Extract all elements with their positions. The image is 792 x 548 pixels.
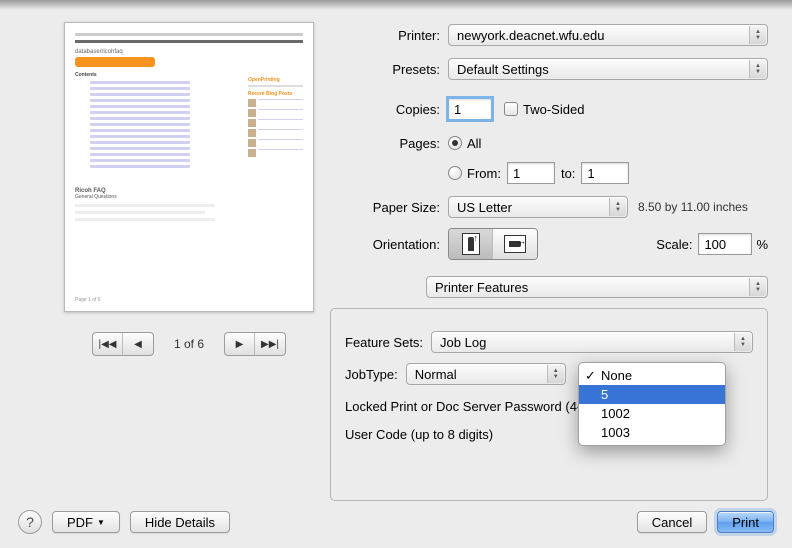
presets-label: Presets: — [350, 62, 448, 77]
user-code-dropdown[interactable]: None 5 1002 1003 — [578, 362, 726, 446]
hide-details-button[interactable]: Hide Details — [130, 511, 230, 533]
pdf-menu-button[interactable]: PDF▼ — [52, 511, 120, 533]
orientation-label: Orientation: — [350, 237, 448, 252]
printer-select[interactable]: newyork.deacnet.wfu.edu ▲▼ — [448, 24, 768, 46]
orientation-portrait-button[interactable]: ↑ — [449, 229, 493, 259]
pages-range-radio[interactable] — [448, 166, 462, 180]
feature-sets-label: Feature Sets: — [345, 335, 423, 350]
job-type-select[interactable]: Normal ▲▼ — [406, 363, 566, 385]
pages-all-label: All — [467, 136, 481, 151]
cancel-button[interactable]: Cancel — [637, 511, 707, 533]
pages-from-label: From: — [467, 166, 501, 181]
pager-next-last[interactable]: ▶ ▶▶| — [224, 332, 286, 356]
paper-size-select[interactable]: US Letter ▲▼ — [448, 196, 628, 218]
copies-label: Copies: — [350, 102, 448, 117]
select-arrows-icon: ▲▼ — [749, 60, 766, 78]
chevron-down-icon: ▼ — [97, 518, 105, 527]
pages-to-label: to: — [561, 166, 575, 181]
scale-percent: % — [756, 237, 768, 252]
pages-to-input[interactable] — [581, 162, 629, 184]
two-sided-label: Two-Sided — [523, 102, 584, 117]
dropdown-option-none[interactable]: None — [579, 366, 725, 385]
select-arrows-icon: ▲▼ — [749, 26, 766, 44]
page-indicator: 1 of 6 — [164, 337, 214, 351]
print-button[interactable]: Print — [717, 511, 774, 533]
prev-page-button[interactable]: ◀ — [123, 333, 153, 355]
last-page-button[interactable]: ▶▶| — [255, 333, 285, 355]
user-code-label: User Code (up to 8 digits) — [345, 427, 493, 442]
help-icon: ? — [26, 514, 34, 530]
feature-sets-select[interactable]: Job Log ▲▼ — [431, 331, 753, 353]
pager-first-prev[interactable]: |◀◀ ◀ — [92, 332, 154, 356]
scale-input[interactable] — [698, 233, 752, 255]
orientation-landscape-button[interactable]: → — [493, 229, 537, 259]
next-page-button[interactable]: ▶ — [225, 333, 255, 355]
dropdown-option-5[interactable]: 5 — [579, 385, 725, 404]
select-arrows-icon: ▲▼ — [749, 278, 766, 296]
landscape-icon: → — [504, 235, 526, 253]
copies-input[interactable] — [448, 98, 492, 120]
portrait-icon: ↑ — [462, 233, 480, 255]
dropdown-option-1002[interactable]: 1002 — [579, 404, 725, 423]
presets-select[interactable]: Default Settings ▲▼ — [448, 58, 768, 80]
paper-dimensions: 8.50 by 11.00 inches — [638, 200, 748, 214]
select-arrows-icon: ▲▼ — [547, 365, 564, 383]
paper-size-label: Paper Size: — [350, 200, 448, 215]
scale-label: Scale: — [656, 237, 692, 252]
printer-label: Printer: — [350, 28, 448, 43]
print-preview: database/ricohfaq Contents OpenPrinting … — [64, 22, 314, 312]
job-type-label: JobType: — [345, 367, 398, 382]
select-arrows-icon: ▲▼ — [734, 333, 751, 351]
pages-all-radio[interactable] — [448, 136, 462, 150]
select-arrows-icon: ▲▼ — [609, 198, 626, 216]
pages-label: Pages: — [350, 136, 448, 151]
pages-from-input[interactable] — [507, 162, 555, 184]
first-page-button[interactable]: |◀◀ — [93, 333, 123, 355]
orientation-segmented[interactable]: ↑ → — [448, 228, 538, 260]
help-button[interactable]: ? — [18, 510, 42, 534]
two-sided-checkbox[interactable] — [504, 102, 518, 116]
dropdown-option-1003[interactable]: 1003 — [579, 423, 725, 442]
section-select[interactable]: Printer Features ▲▼ — [426, 276, 768, 298]
